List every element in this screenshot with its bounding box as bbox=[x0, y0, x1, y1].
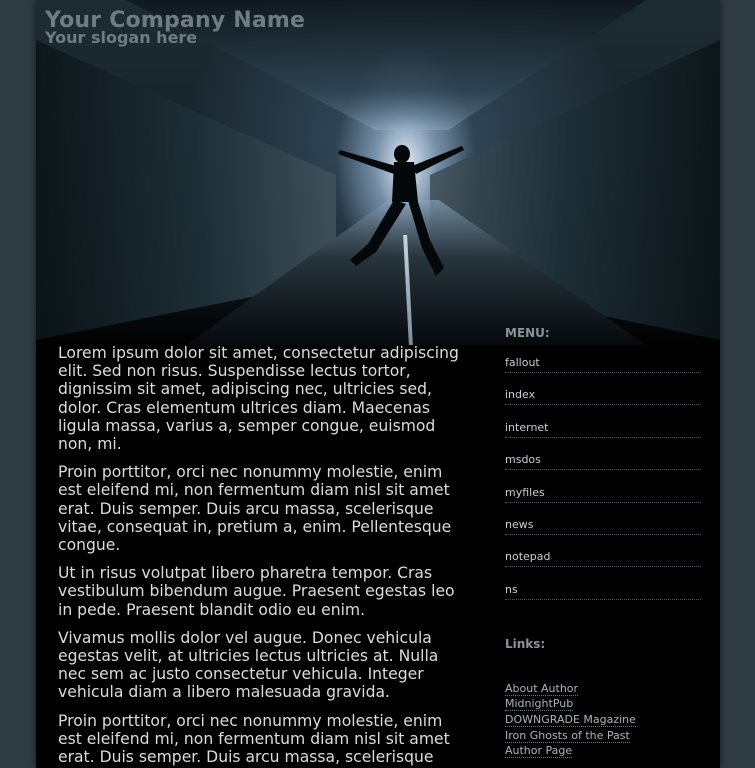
header-image: Your Company Name Your slogan here bbox=[36, 0, 720, 345]
menu-item-myfiles[interactable]: myfiles bbox=[505, 470, 701, 503]
content-paragraph: Vivamus mollis dolor vel augue. Donec ve… bbox=[58, 628, 439, 702]
menu-item-index[interactable]: index bbox=[505, 373, 701, 406]
menu-item-msdos[interactable]: msdos bbox=[505, 438, 701, 471]
content-paragraph: Lorem ipsum dolor sit amet, consectetur … bbox=[58, 344, 459, 454]
menu-item-internet[interactable]: internet bbox=[505, 405, 701, 438]
link-downgrade-magazine[interactable]: DOWNGRADE Magazine bbox=[505, 712, 636, 727]
jumping-person-silhouette bbox=[338, 145, 464, 276]
link-about-author[interactable]: About Author bbox=[505, 681, 579, 696]
content-paragraph: Proin porttitor, orci nec nonummy molest… bbox=[58, 463, 452, 555]
page-container: Your Company Name Your slogan here Lorem… bbox=[36, 0, 720, 768]
content-paragraph: Ut in risus volutpat libero pharetra tem… bbox=[58, 564, 455, 619]
menu-item-notepad[interactable]: notepad bbox=[505, 535, 701, 568]
menu-heading: MENU: bbox=[505, 326, 550, 340]
link-item[interactable]: DOWNGRADE Magazine bbox=[505, 712, 701, 728]
link-author-page[interactable]: Author Page bbox=[505, 744, 573, 759]
menu-item-fallout[interactable]: fallout bbox=[505, 340, 701, 373]
link-item[interactable]: About Author bbox=[505, 681, 701, 697]
company-slogan: Your slogan here bbox=[45, 28, 198, 47]
links-heading: Links: bbox=[505, 636, 546, 651]
link-iron-ghosts[interactable]: Iron Ghosts of the Past bbox=[505, 728, 630, 743]
link-item[interactable]: Author Page bbox=[505, 743, 701, 759]
sidebar: MENU: fallout index internet msdos myfil… bbox=[505, 326, 701, 759]
menu-item-ns[interactable]: ns bbox=[505, 567, 701, 600]
link-midnightpub[interactable]: MidnightPub bbox=[505, 697, 574, 712]
main-content: Lorem ipsum dolor sit amet, consectetur … bbox=[58, 344, 460, 768]
menu-item-news[interactable]: news bbox=[505, 503, 701, 535]
content-paragraph: Proin porttitor, orci nec nonummy molest… bbox=[58, 711, 450, 767]
link-item[interactable]: Iron Ghosts of the Past bbox=[505, 728, 701, 744]
link-item[interactable]: MidnightPub bbox=[505, 696, 701, 712]
links-list: About Author MidnightPub DOWNGRADE Magaz… bbox=[505, 681, 701, 759]
menu-list: fallout index internet msdos myfiles new… bbox=[505, 340, 701, 600]
